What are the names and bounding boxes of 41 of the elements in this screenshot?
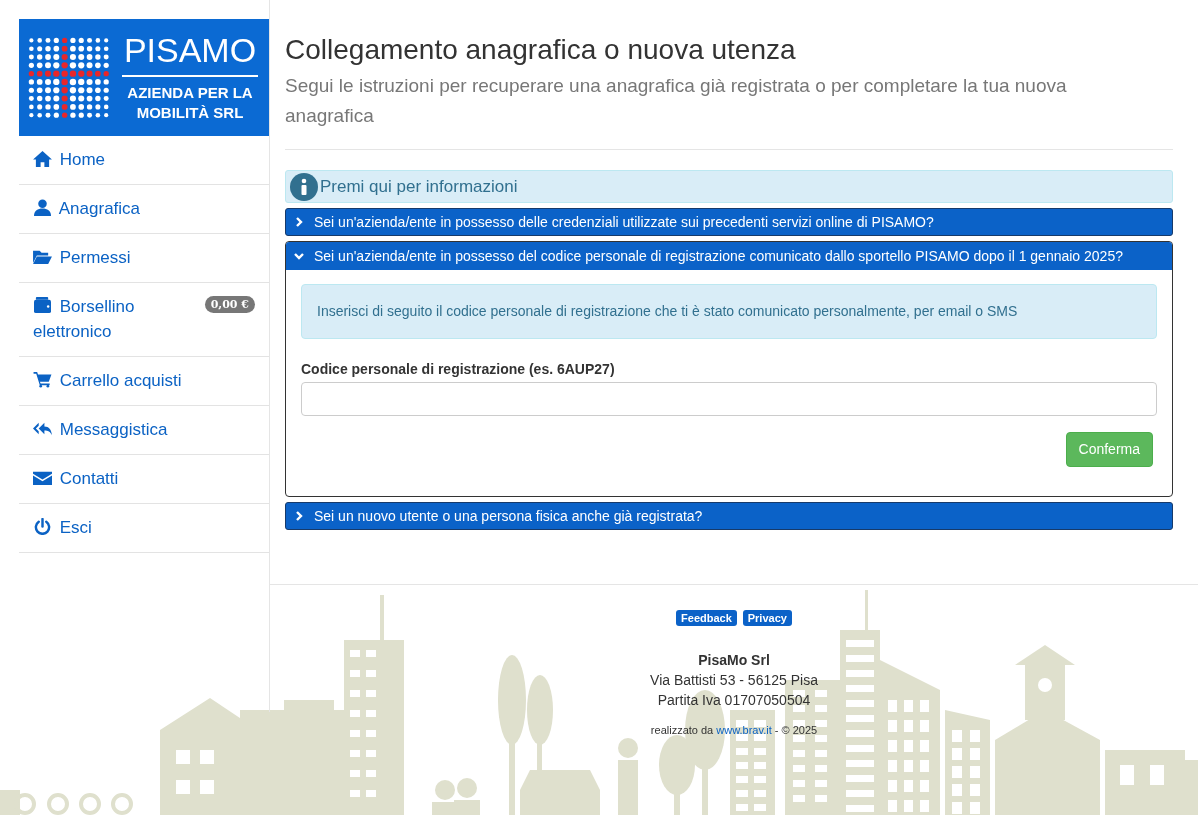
credit-link[interactable]: www.brav.it [716,724,772,737]
home-icon [33,150,52,167]
sidebar-item[interactable]: Borsellino elettronico 0,00 € [19,283,269,357]
vat-number: Partita Iva 01707050504 [656,691,812,711]
folder-icon [33,248,52,265]
wallet-icon [33,297,52,314]
credit-text: realizzato da [650,724,715,737]
sidebar-item[interactable]: Anagrafica [19,185,269,234]
chevron-right-icon [294,217,304,228]
company-address: Via Battisti 53 - 56125 Pisa [649,671,819,691]
accordion-header[interactable]: Sei un nuovo utente o una persona fisica anche già registrata? [285,502,1173,531]
sidebar-item[interactable]: Contatti [19,455,269,504]
user-icon [33,199,52,216]
info-icon [290,172,318,201]
page-subtitle: Segui le istruzioni per recuperare una anagrafica già registrata o per completare la tua nuova anagrafica [285,73,1068,128]
logo-title: PISAMO [121,33,259,77]
sidebar-item[interactable]: Carrello acquisti [19,357,269,406]
info-bar[interactable]: Premi qui per informazioni [285,170,1173,204]
logo-subtitle: AZIENDA PER LA MOBILITÀ SRL [126,83,254,122]
balance-badge: 0,00 € [204,296,255,313]
info-alert: Inserisci di seguito il codice personale di registrazione che ti è stato comunicato personalmente, per email o SMS [301,284,1157,340]
power-icon [33,518,52,535]
chevron-down-icon [294,251,304,262]
chevron-right-icon [294,511,304,522]
accordion-header[interactable]: Sei un'azienda/ente in possesso del codice personale di registrazione comunicato dallo sportello PISAMO dopo il 1 gennaio 2025? [286,242,1172,271]
sidebar-item[interactable]: Esci [19,504,269,553]
sidebar-item[interactable]: Permessi [19,234,269,283]
company-name: PisaMo Srl [697,651,771,671]
credit-text: - © 2025 [773,724,818,737]
page-title: Collegamento anagrafica o nuova utenza [285,33,797,67]
cart-icon [33,371,52,388]
footer-link[interactable]: Feedback [676,610,737,627]
footer-link[interactable]: Privacy [742,610,792,627]
sidebar-item[interactable]: Home [19,136,269,185]
code-input-field[interactable] [301,382,1157,417]
field-label: Codice personale di registrazione (es. 6AUP27) [301,360,616,380]
envelope-icon [33,469,52,486]
accordion-header[interactable]: Sei un'azienda/ente in possesso delle credenziali utilizzate sui precedenti servizi online di PISAMO? [285,208,1173,237]
logo-icon [27,35,111,120]
sidebar-item[interactable]: Messaggistica [19,406,269,455]
reply-icon [33,420,52,437]
